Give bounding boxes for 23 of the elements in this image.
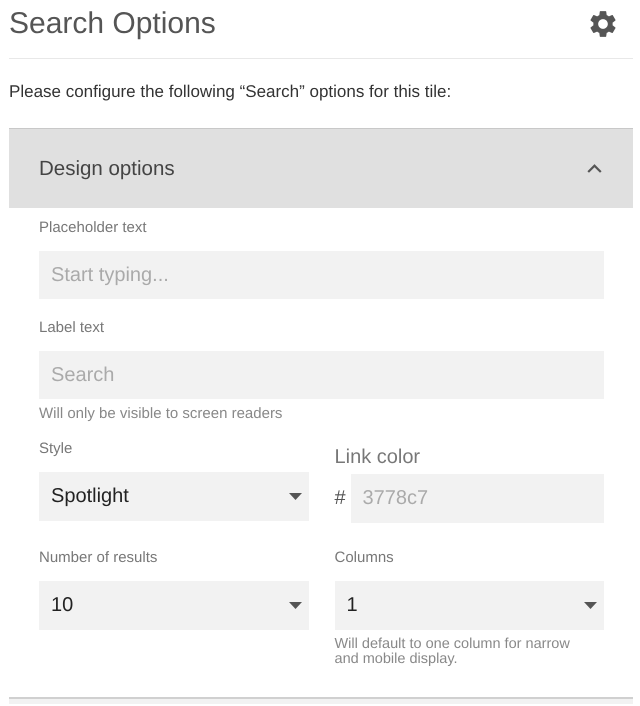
field-label: Columns (334, 549, 395, 567)
color-input-field[interactable]: 3778c7 (350, 474, 604, 523)
caret-icon (584, 602, 597, 609)
caret-icon (288, 602, 302, 609)
dropdown[interactable]: Spotlight (39, 472, 308, 521)
field-label: Label text (39, 319, 106, 337)
intro-text: Please configure the following “Search” options for this tile: (9, 82, 452, 102)
field-label: Placeholder text (39, 219, 148, 237)
field-label: Style (39, 440, 74, 458)
chevron-icon (587, 164, 602, 173)
hash-prefix: # (334, 487, 347, 510)
page-title: Search Options (9, 8, 216, 40)
input-field[interactable]: Start typing... (39, 251, 604, 299)
input-field[interactable]: Search (39, 351, 604, 399)
field-label: Number of results (39, 549, 158, 567)
caret-icon (288, 493, 302, 500)
field-hint: Will only be visible to screen readers (39, 405, 284, 423)
dropdown[interactable]: 10 (39, 581, 308, 630)
panel-header[interactable]: Design options (9, 129, 633, 208)
dropdown[interactable]: 1 (334, 581, 604, 630)
field-label: Link color (334, 446, 422, 468)
field-hint: Will default to one column for narrow and mobile display. (334, 637, 571, 667)
settings-icon[interactable] (590, 11, 616, 37)
